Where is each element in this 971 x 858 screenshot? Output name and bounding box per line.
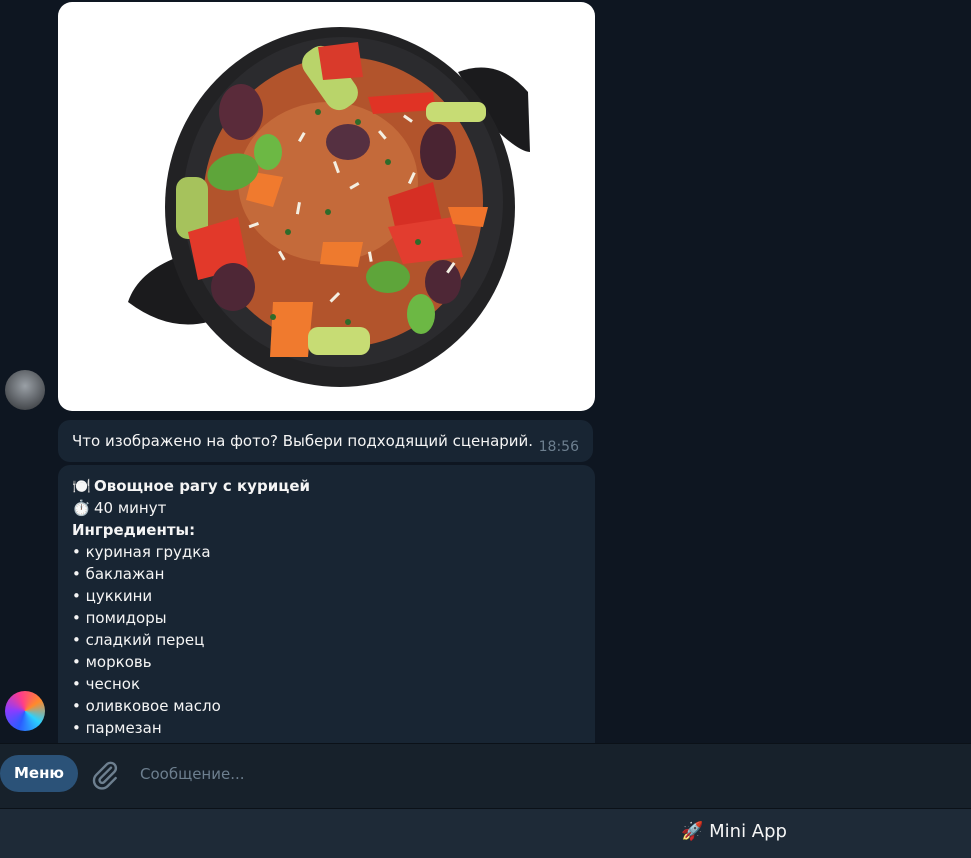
ingredient-item: • куриная грудка [72, 543, 211, 561]
message-input[interactable] [132, 753, 902, 795]
ingredient-item: • помидоры [72, 609, 167, 627]
chat-area[interactable]: Что изображено на фото? Выбери подходящи… [0, 0, 971, 743]
ingredient-item: • баклажан [72, 565, 165, 583]
food-photo[interactable] [58, 2, 595, 411]
recipe-title-line: 🍽️ Овощное рагу с курицей [72, 475, 310, 497]
menu-button[interactable]: Меню [0, 755, 78, 792]
ingredient-item: • морковь [72, 653, 152, 671]
mini-app-button[interactable]: 🚀 Mini App [0, 808, 971, 858]
ingredients-header: Ингредиенты: [72, 521, 196, 539]
message-composer: Меню [0, 743, 971, 808]
plate-icon: 🍽️ [72, 477, 91, 495]
message-time: 18:56 [538, 439, 579, 455]
bot-message: 🍽️ Овощное рагу с курицей ⏱️ 40 минут Ингр… [58, 465, 595, 743]
timer-icon: ⏱️ [72, 499, 91, 517]
message-text: Что изображено на фото? Выбери подходящи… [72, 432, 534, 450]
ragout-pan-image [128, 27, 530, 387]
ingredient-item: • цуккини [72, 587, 153, 605]
paperclip-icon[interactable] [89, 759, 121, 791]
ingredient-item: • чеснок [72, 675, 140, 693]
recipe-time: 40 минут [94, 499, 167, 517]
bot-avatar[interactable] [5, 691, 45, 731]
ingredient-item: • сладкий перец [72, 631, 205, 649]
recipe-time-line: ⏱️ 40 минут [72, 497, 310, 519]
user-avatar[interactable] [5, 370, 45, 410]
ingredient-item: • оливковое масло [72, 697, 221, 715]
recipe-title: Овощное рагу с курицей [94, 477, 311, 495]
ingredient-item: • пармезан [72, 719, 162, 737]
user-message: Что изображено на фото? Выбери подходящи… [58, 420, 593, 462]
mini-app-label: 🚀 Mini App [681, 821, 787, 842]
